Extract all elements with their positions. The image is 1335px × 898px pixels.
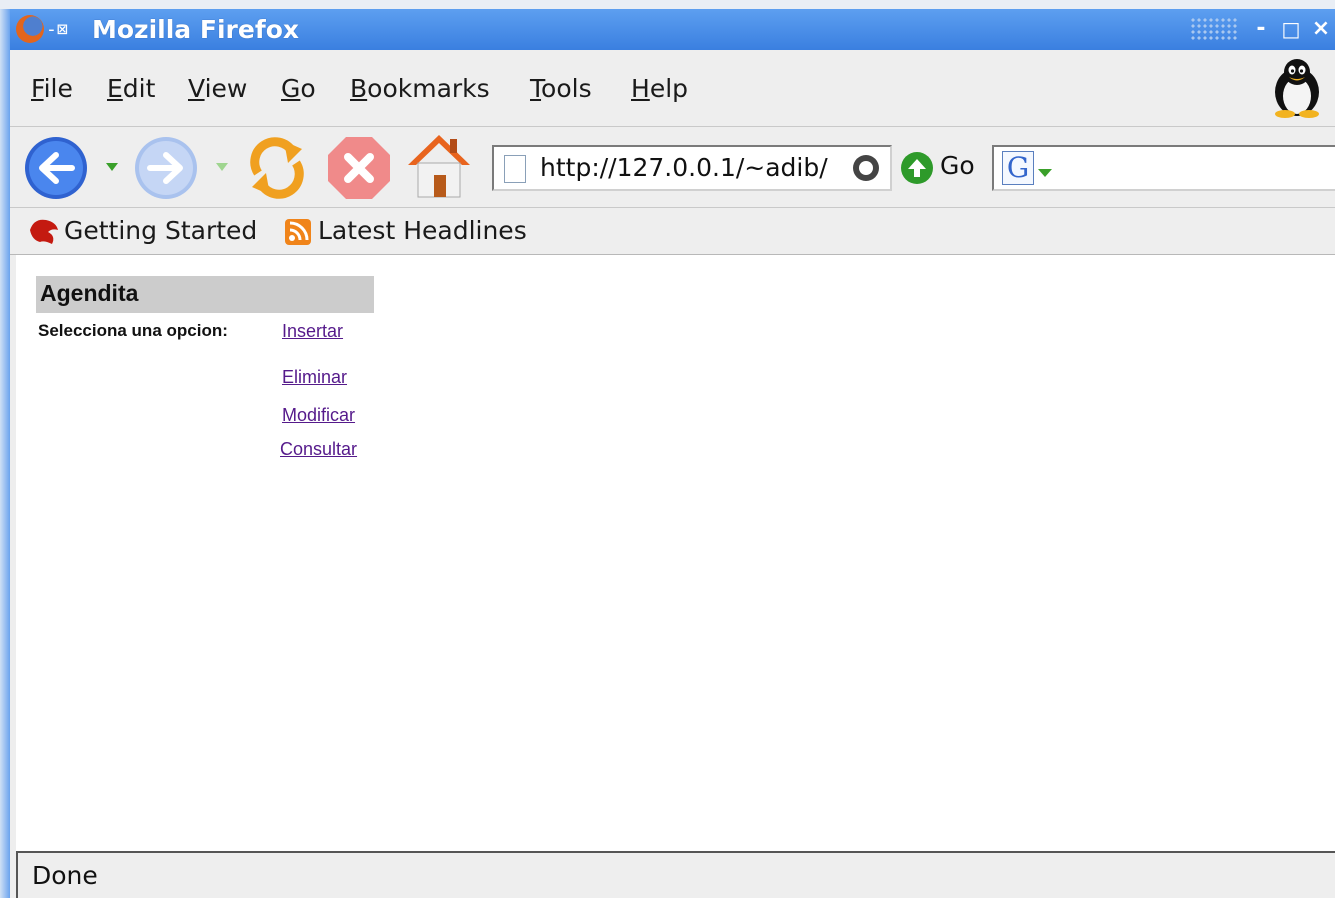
- window-border: [0, 9, 10, 898]
- menu-file-mnemonic: F: [31, 74, 44, 103]
- browser-window: -⊠ Mozilla Firefox - □ × File Edit View …: [0, 0, 1335, 898]
- stop-icon[interactable]: [326, 135, 392, 201]
- tux-throbber-icon: [1275, 59, 1319, 118]
- rss-icon: [285, 219, 311, 245]
- firefox-logo-icon: [16, 15, 44, 43]
- menu-edit-label: dit: [122, 74, 156, 103]
- close-button[interactable]: ×: [1310, 17, 1332, 41]
- forward-icon[interactable]: [132, 135, 232, 201]
- pin-icon[interactable]: -⊠: [46, 19, 68, 40]
- page-title: Agendita: [40, 280, 139, 306]
- menu-edit[interactable]: Edit: [107, 74, 155, 103]
- go-button[interactable]: Go: [898, 149, 982, 185]
- menu-go-label: o: [300, 74, 316, 103]
- minimize-button[interactable]: -: [1250, 17, 1272, 41]
- menu-tools-mnemonic: T: [530, 74, 542, 103]
- url-text[interactable]: http://127.0.0.1/~adib/: [540, 153, 828, 182]
- link-modificar[interactable]: Modificar: [282, 405, 355, 426]
- page-icon: [504, 155, 526, 183]
- link-eliminar[interactable]: Eliminar: [282, 367, 347, 388]
- page-content: Agendita Selecciona una opcion: Insertar…: [16, 255, 1335, 851]
- bookmarks-toolbar: Getting Started Latest Headlines: [10, 208, 1335, 255]
- menu-file-label: ile: [43, 74, 73, 103]
- menu-help-label: elp: [649, 74, 689, 103]
- url-dropdown-icon[interactable]: [852, 154, 880, 182]
- home-icon[interactable]: [406, 131, 472, 203]
- menu-bar: File Edit View Go Bookmarks Tools Help: [10, 50, 1335, 127]
- menu-help[interactable]: Help: [631, 74, 688, 103]
- menu-tools[interactable]: Tools: [530, 74, 592, 103]
- menu-view[interactable]: View: [188, 74, 247, 103]
- title-bar[interactable]: -⊠ Mozilla Firefox - □ ×: [10, 9, 1335, 50]
- link-insertar[interactable]: Insertar: [282, 321, 343, 342]
- menu-view-mnemonic: V: [188, 74, 205, 103]
- url-field[interactable]: http://127.0.0.1/~adib/: [492, 145, 892, 191]
- menu-bookmarks-label: ookmarks: [367, 74, 490, 103]
- bookmark-label: Getting Started: [64, 216, 258, 245]
- engine-dropdown-icon[interactable]: [1036, 167, 1054, 179]
- go-label: Go: [940, 151, 975, 180]
- back-icon[interactable]: [22, 135, 122, 201]
- search-field[interactable]: G: [992, 145, 1335, 191]
- google-engine-icon[interactable]: G: [1002, 151, 1034, 185]
- menu-bookmarks[interactable]: Bookmarks: [350, 74, 490, 103]
- maximize-button[interactable]: □: [1280, 17, 1302, 41]
- firefox-bookmark-icon: [30, 219, 58, 244]
- menu-tools-label: ools: [541, 74, 592, 103]
- bookmark-getting-started[interactable]: Getting Started: [26, 216, 268, 246]
- menu-view-label: iew: [204, 74, 248, 103]
- menu-bookmarks-mnemonic: B: [350, 74, 368, 103]
- page-header: Agendita: [36, 276, 374, 313]
- status-text: Done: [32, 861, 98, 890]
- window-title: Mozilla Firefox: [92, 15, 299, 44]
- menu-help-mnemonic: H: [631, 74, 650, 103]
- window-drag-handle: [1190, 17, 1238, 41]
- desktop-background: [0, 0, 1335, 9]
- reload-icon[interactable]: [244, 133, 310, 203]
- go-arrow-icon: [901, 152, 933, 184]
- menu-file[interactable]: File: [31, 74, 73, 103]
- status-bar: Done: [16, 851, 1335, 898]
- menu-edit-mnemonic: E: [107, 74, 123, 103]
- bookmark-latest-headlines[interactable]: Latest Headlines: [284, 216, 544, 246]
- menu-go[interactable]: Go: [281, 74, 316, 103]
- link-consultar[interactable]: Consultar: [280, 439, 357, 460]
- navigation-toolbar: http://127.0.0.1/~adib/ Go G: [10, 127, 1335, 208]
- menu-go-mnemonic: G: [281, 74, 301, 103]
- option-prompt: Selecciona una opcion:: [38, 321, 228, 340]
- bookmark-label: Latest Headlines: [318, 216, 527, 245]
